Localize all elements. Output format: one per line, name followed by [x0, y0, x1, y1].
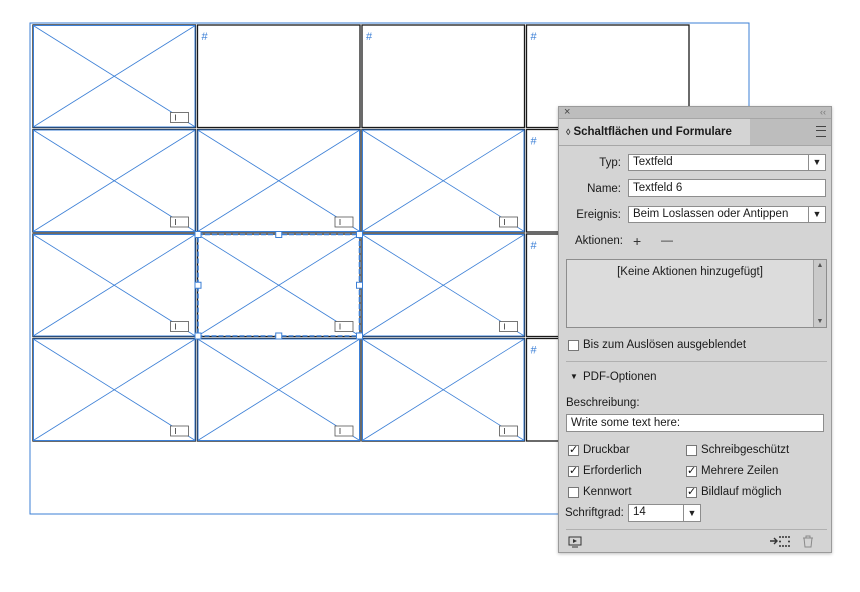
textfield-badge-icon: [499, 321, 518, 332]
textfield-badge-icon: [499, 425, 518, 437]
schriftgrad-label: Schriftgrad:: [565, 507, 624, 519]
mehrere-zeilen-label: Mehrere Zeilen: [701, 465, 779, 477]
textfield-badge-icon: [170, 321, 189, 332]
aktionen-label: Aktionen:: [575, 235, 623, 247]
erforderlich-label: Erforderlich: [583, 465, 642, 477]
textfield-badge-icon: [170, 216, 189, 228]
mehrere-zeilen-checkbox[interactable]: ✓: [686, 466, 697, 477]
schreibgeschuetzt-label: Schreibgeschützt: [701, 444, 790, 456]
pdf-options-heading[interactable]: PDF-Optionen: [583, 371, 657, 383]
actions-empty-text: [Keine Aktionen hinzugefügt]: [617, 266, 763, 278]
selection-handle: [356, 231, 363, 238]
druckbar-label: Druckbar: [583, 444, 630, 456]
beschreibung-label: Beschreibung:: [566, 397, 640, 409]
hidden-until-triggered-label: Bis zum Auslösen ausgeblendet: [583, 339, 747, 351]
name-field[interactable]: Textfeld 6: [628, 179, 826, 197]
bildlauf-label: Bildlauf möglich: [701, 486, 782, 498]
schriftgrad-value: 14: [633, 506, 646, 518]
frame-cell: [196, 24, 361, 129]
trash-icon[interactable]: [802, 535, 814, 548]
collapse-icon[interactable]: ‹‹: [820, 105, 826, 119]
chevron-down-icon: ▼: [808, 207, 825, 222]
ereignis-value: Beim Loslassen oder Antippen: [633, 208, 789, 220]
collapse-triangle-icon[interactable]: ▼: [570, 372, 578, 381]
schriftgrad-dropdown[interactable]: 14 ▼: [628, 504, 701, 522]
text-frame-hash: #: [531, 136, 538, 148]
section-divider: [566, 361, 827, 362]
text-frame-hash: #: [202, 31, 209, 43]
panel-menu-icon[interactable]: [816, 126, 826, 137]
hidden-until-triggered-checkbox[interactable]: [568, 340, 579, 351]
textfield-badge-icon: [170, 425, 189, 437]
add-action-icon[interactable]: +: [633, 234, 641, 248]
typ-label: Typ:: [599, 157, 621, 169]
textfield-badge-icon: [334, 216, 354, 228]
textfield-badge-icon: [499, 216, 518, 228]
bildlauf-checkbox[interactable]: ✓: [686, 487, 697, 498]
textfield-badge-icon: [334, 321, 354, 332]
typ-dropdown[interactable]: Textfeld ▼: [628, 154, 826, 171]
name-value: Textfeld 6: [633, 182, 683, 194]
scroll-up-icon[interactable]: ▲: [814, 262, 826, 269]
erforderlich-checkbox[interactable]: ✓: [568, 466, 579, 477]
panel-tabrow: ◊ Schaltflächen und Formulare: [559, 119, 831, 146]
remove-action-icon[interactable]: —: [661, 233, 673, 247]
schreibgeschuetzt-checkbox[interactable]: [686, 445, 697, 456]
panel-title: Schaltflächen und Formulare: [573, 126, 732, 138]
selection-handle: [275, 231, 283, 238]
text-frame-hash: #: [531, 345, 538, 357]
beschreibung-field[interactable]: Write some text here:: [566, 414, 824, 432]
kennwort-checkbox[interactable]: [568, 487, 579, 498]
chevron-down-icon: ▼: [683, 505, 700, 521]
preview-icon[interactable]: [568, 536, 582, 548]
selection-handle: [194, 332, 202, 340]
frame-cell: [361, 24, 526, 129]
druckbar-checkbox[interactable]: ✓: [568, 445, 579, 456]
ereignis-dropdown[interactable]: Beim Loslassen oder Antippen ▼: [628, 206, 826, 223]
actions-list[interactable]: [Keine Aktionen hinzugefügt] ▲ ▼: [566, 259, 827, 328]
textfield-badge-icon: [170, 112, 189, 123]
text-frame-hash: #: [366, 31, 373, 43]
textfield-badge-icon: [334, 425, 354, 437]
kennwort-label: Kennwort: [583, 486, 632, 498]
name-label: Name:: [587, 183, 621, 195]
selection-handle: [356, 281, 363, 289]
close-icon[interactable]: ×: [564, 105, 570, 119]
scroll-down-icon[interactable]: ▼: [814, 318, 826, 325]
tab-buttons-forms[interactable]: ◊ Schaltflächen und Formulare: [559, 119, 750, 145]
chevron-down-icon: ▼: [808, 155, 825, 170]
selection-handle: [194, 231, 202, 238]
ereignis-label: Ereignis:: [576, 209, 621, 221]
beschreibung-value: Write some text here:: [571, 417, 681, 429]
typ-value: Textfeld: [633, 156, 673, 168]
actions-scrollbar[interactable]: ▲ ▼: [813, 260, 826, 327]
convert-to-button-icon[interactable]: [769, 535, 791, 548]
sort-icon: ◊: [566, 127, 571, 137]
buttons-forms-panel: × ‹‹ ◊ Schaltflächen und Formulare Typ: T…: [558, 106, 832, 553]
selection-handle: [194, 281, 202, 289]
selection-handle: [275, 332, 283, 340]
text-frame-hash: #: [531, 240, 538, 252]
footer-divider: [566, 529, 827, 530]
text-frame-hash: #: [531, 31, 538, 43]
panel-titlebar: × ‹‹: [559, 105, 831, 119]
selection-handle: [356, 332, 363, 340]
